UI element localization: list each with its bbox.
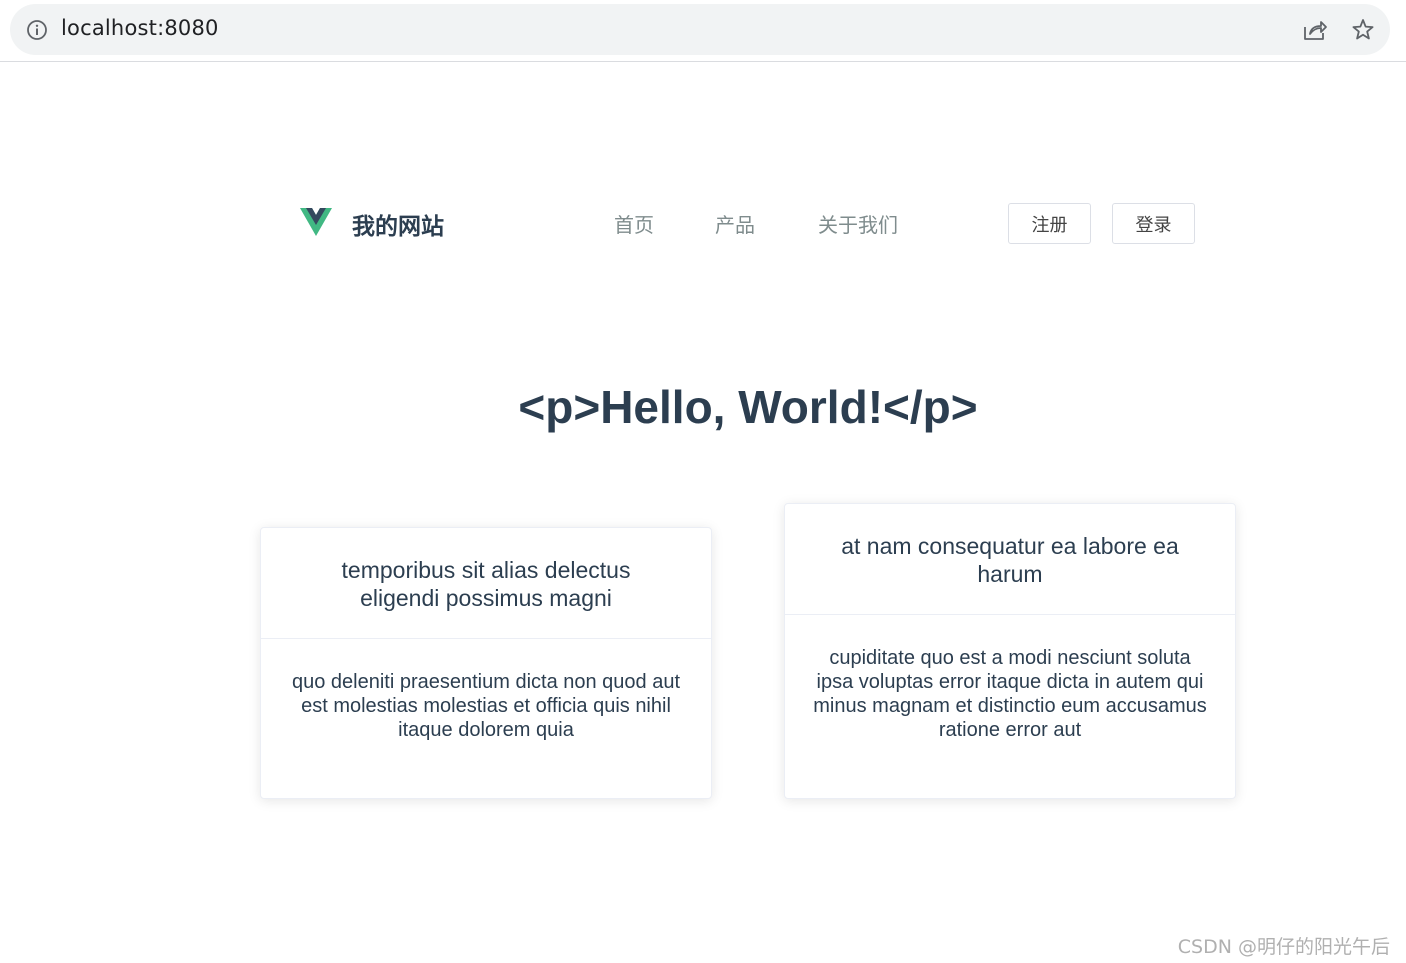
post-card: at nam consequatur ea labore ea harum cu… [784,503,1236,799]
bookmark-star-icon[interactable] [1350,17,1376,43]
card-title: temporibus sit alias delectus eligendi p… [261,528,711,639]
page-heading: <p>Hello, World!</p> [518,381,978,433]
nav-about-us[interactable]: 关于我们 [818,209,898,238]
card-title: at nam consequatur ea labore ea harum [785,504,1235,615]
card-body: cupiditate quo est a modi nesciunt solut… [813,647,1207,741]
login-button[interactable]: 登录 [1112,203,1195,244]
register-button[interactable]: 注册 [1008,203,1091,244]
nav-products[interactable]: 产品 [715,209,755,238]
address-bar[interactable]: localhost:8080 [10,4,1390,55]
info-icon[interactable] [26,19,48,41]
browser-toolbar: localhost:8080 [0,0,1406,62]
site-title[interactable]: 我的网站 [352,207,444,241]
nav-home[interactable]: 首页 [614,209,654,238]
post-card: temporibus sit alias delectus eligendi p… [260,527,712,799]
watermark-text: CSDN @明仔的阳光午后 [1177,936,1390,958]
vue-logo-icon[interactable] [300,208,332,238]
url-text[interactable]: localhost:8080 [61,16,219,40]
card-body: quo deleniti praesentium dicta non quod … [291,671,681,741]
share-icon[interactable] [1302,18,1328,42]
